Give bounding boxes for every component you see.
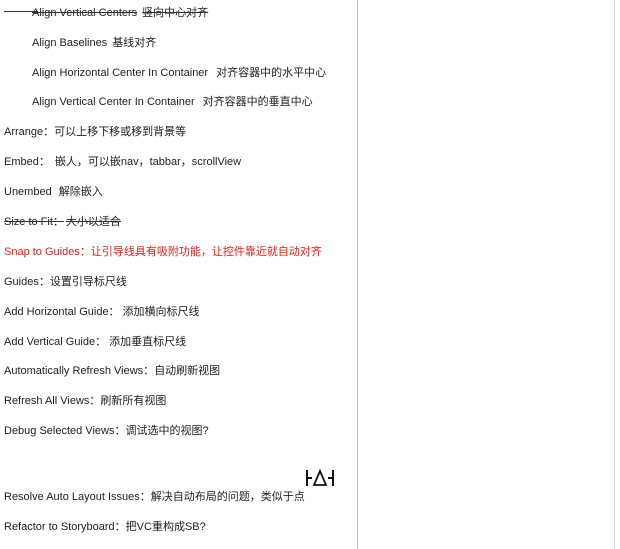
line-align-baselines: Align Baselines 基线对齐 xyxy=(32,36,156,50)
line-en-text: Unembed xyxy=(4,186,52,198)
line-en-text: Add Horizontal Guide： xyxy=(4,306,120,318)
line-arrange: Arrange：可以上移下移或移到背景等 xyxy=(4,125,186,139)
line-align-vertical-centers: Align Vertical Centers 竖向中心对齐 xyxy=(32,6,208,20)
line-align-horizontal-center-in-container: Align Horizontal Center In Container 对齐容器… xyxy=(32,66,326,80)
line-zh-text: 解决自动布局的问题，类似于点 xyxy=(150,491,305,503)
line-en-text: Align Horizontal Center In Container xyxy=(32,67,209,79)
line-en-text: Align Vertical Center In Container xyxy=(32,96,195,108)
line-en-text: Automatically Refresh Views： xyxy=(4,365,155,377)
line-unembed: Unembed 解除嵌入 xyxy=(4,185,103,199)
line-zh-text: 大小以适合 xyxy=(65,216,121,228)
line-en-text: Embed： xyxy=(4,156,50,168)
line-zh-text: 竖向中心对齐 xyxy=(142,7,209,19)
line-debug-selected-views: Debug Selected Views：调试选中的视图? xyxy=(4,424,209,438)
right-edge-border xyxy=(614,0,615,549)
line-en-text: Refactor to Storyboard： xyxy=(4,521,126,533)
line-refactor-to-storyboard: Refactor to Storyboard：把VC重构成SB? xyxy=(4,520,206,534)
line-refresh-all-views: Refresh All Views：刷新所有视图 xyxy=(4,394,166,408)
line-en-text: Align Baselines xyxy=(32,37,108,49)
line-en-text: Size to Fit： xyxy=(4,216,64,228)
line-zh-text: 对齐容器中的水平中心 xyxy=(216,67,327,79)
line-automatically-refresh-views: Automatically Refresh Views：自动刷新视图 xyxy=(4,364,220,378)
line-size-to-fit: Size to Fit： 大小以适合 xyxy=(4,215,121,229)
line-zh-text: 基线对齐 xyxy=(112,37,157,49)
line-en-text: Snap to Guides： xyxy=(4,246,91,258)
line-add-vertical-guide: Add Vertical Guide： 添加垂直标尺线 xyxy=(4,335,186,349)
line-align-vertical-center-in-container: Align Vertical Center In Container 对齐容器中的… xyxy=(32,95,313,109)
line-zh-text: 添加横向标尺线 xyxy=(122,306,200,318)
line-zh-text: 刷新所有视图 xyxy=(100,395,167,407)
document-page: Align Vertical Centers 竖向中心对齐 Align Basel… xyxy=(0,0,358,549)
line-zh-text: 把VC重构成SB? xyxy=(125,521,206,533)
line-en-text: Resolve Auto Layout Issues： xyxy=(4,491,151,503)
line-zh-text: 设置引导标尺线 xyxy=(49,276,127,288)
line-resolve-auto-layout-issues: Resolve Auto Layout Issues：解决自动布局的问题，类似于… xyxy=(4,490,305,504)
line-zh-text: 可以上移下移或移到背景等 xyxy=(54,126,187,138)
line-zh-text: 让引导线具有吸附功能，让控件靠近就自动对齐 xyxy=(90,246,322,258)
line-en-text: Arrange xyxy=(4,126,44,138)
line-zh-text: 对齐容器中的垂直中心 xyxy=(202,96,313,108)
line-snap-to-guides: Snap to Guides：让引导线具有吸附功能，让控件靠近就自动对齐 xyxy=(4,245,322,259)
line-en-text: Add Vertical Guide： xyxy=(4,336,107,348)
page-divider xyxy=(357,0,358,549)
line-guides: Guides：设置引导标尺线 xyxy=(4,275,127,289)
line-zh-text: 调试选中的视图? xyxy=(125,425,209,437)
line-add-horizontal-guide: Add Horizontal Guide： 添加横向标尺线 xyxy=(4,305,200,319)
line-zh-text: 添加垂直标尺线 xyxy=(109,336,187,348)
line-en-text: Debug Selected Views： xyxy=(4,425,126,437)
line-separator: ： xyxy=(43,126,55,138)
line-zh-text: 自动刷新视图 xyxy=(154,365,221,377)
line-en-text: Align Vertical Centers xyxy=(32,7,138,19)
resolve-auto-layout-issues-icon xyxy=(304,466,336,490)
line-embed: Embed： 嵌人，可以嵌nav，tabbar，scrollView xyxy=(4,155,241,169)
line-en-text: Guides： xyxy=(4,276,50,288)
line-en-text: Refresh All Views： xyxy=(4,395,101,407)
line-zh-text: 嵌人，可以嵌nav，tabbar，scrollView xyxy=(54,156,242,168)
line-zh-text: 解除嵌入 xyxy=(58,186,103,198)
